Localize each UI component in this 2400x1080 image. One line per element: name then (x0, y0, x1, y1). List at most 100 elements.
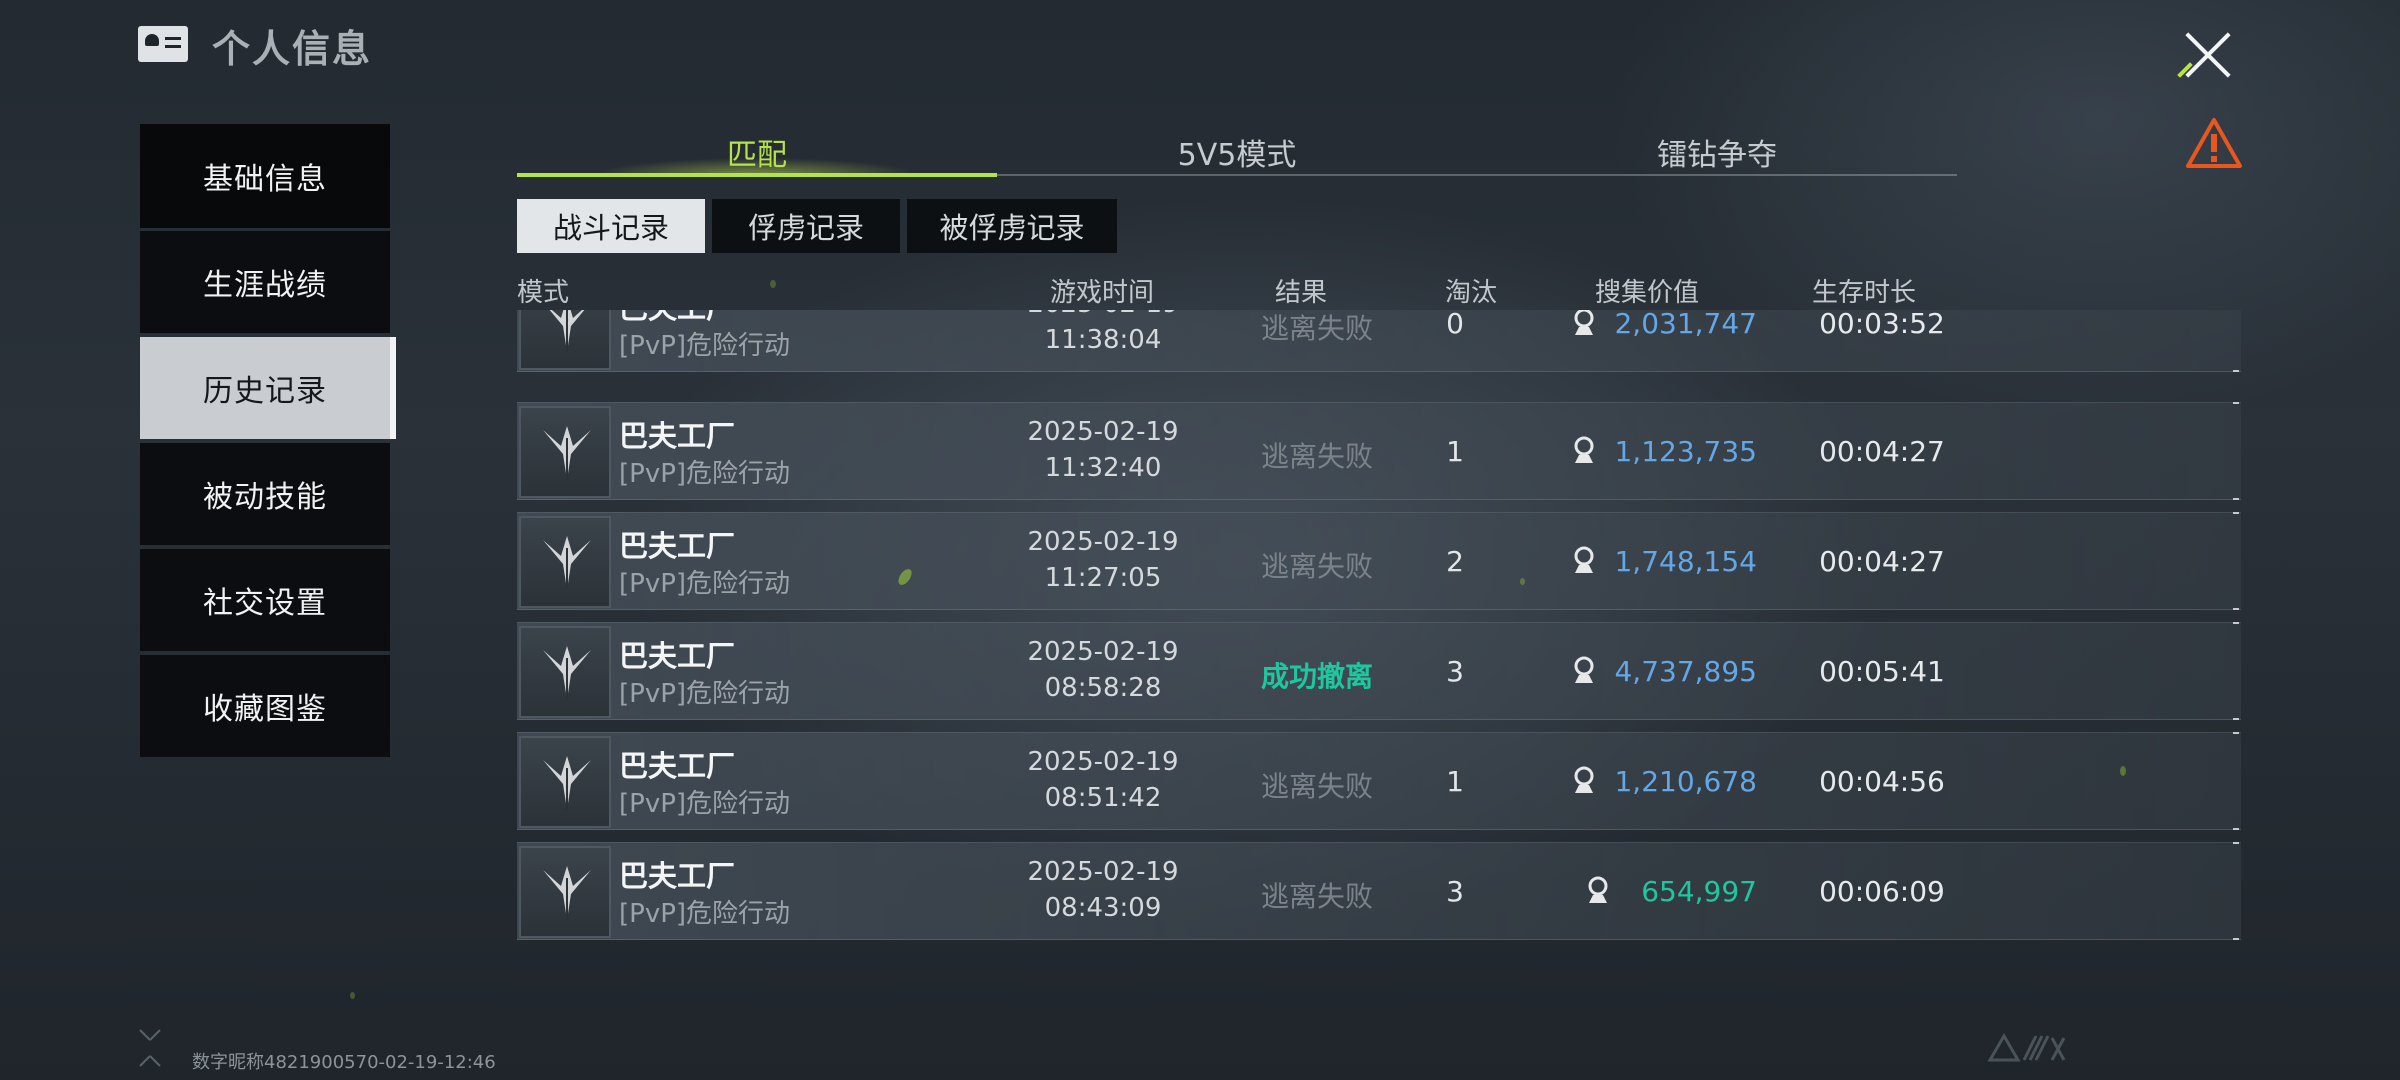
column-header-elim: 淘汰 (1445, 278, 1498, 308)
collected-value: 1,748,154 (1614, 545, 1757, 578)
map-name: 巴夫工厂 (619, 639, 736, 673)
id-card-icon (138, 26, 188, 62)
game-mode: [PvP]危险行动 (619, 331, 791, 361)
table-row[interactable]: 巴夫工厂 [PvP]危险行动 2025-02-19 11:32:40 逃离失败 1 1,12… (517, 402, 2241, 500)
result-text: 逃离失败 (1260, 440, 1373, 473)
game-time: 11:32:40 (1044, 453, 1162, 483)
game-date: 2025-02-19 (1027, 637, 1179, 667)
sidebar-item-label: 被动技能 (203, 480, 327, 515)
column-header-result: 结果 (1275, 278, 1328, 308)
sidebar-item-label: 收藏图鉴 (203, 692, 327, 727)
sidebar-item-career[interactable]: 生涯战绩 (140, 231, 390, 333)
game-date: 2025-02-19 (1027, 417, 1179, 447)
game-date: 2025-02-19 (1003, 310, 1203, 319)
result-text: 逃离失败 (1260, 312, 1373, 345)
close-button[interactable] (2177, 30, 2232, 80)
elimination-count: 2 (1446, 545, 1464, 578)
subtab-capture-records[interactable]: 俘虏记录 (712, 199, 900, 253)
table-row[interactable]: 巴夫工厂 [PvP]危险行动 2025-02-19 08:58:28 成功撤离 3 4,73… (517, 622, 2241, 720)
corner-tick (2233, 938, 2239, 940)
game-time: 08:58:28 (1044, 673, 1162, 703)
elimination-count: 1 (1446, 765, 1464, 798)
collected-value: 654,997 (1641, 875, 1757, 908)
table-row[interactable]: 巴夫工厂 [PvP]危险行动 2025-02-19 08:43:09 逃离失败 3 654,… (517, 842, 2241, 940)
survival-duration: 00:04:27 (1819, 545, 1945, 578)
tab-5v5[interactable]: 5V5模式 (997, 130, 1477, 174)
game-date: 2025-02-19 (1027, 857, 1179, 887)
game-mode: [PvP]危险行动 (619, 899, 791, 929)
subtab-captured-records[interactable]: 被俘虏记录 (907, 199, 1117, 253)
tab-diamond-contest[interactable]: 镭钻争夺 (1477, 130, 1957, 174)
survival-duration: 00:06:09 (1819, 875, 1945, 908)
collected-value: 1,123,735 (1614, 435, 1757, 468)
game-time: 11:38:04 (1044, 325, 1162, 355)
elimination-count: 0 (1446, 310, 1464, 340)
corner-tick (2233, 842, 2239, 844)
wing-emblem-icon (519, 736, 611, 828)
corner-tick (2233, 622, 2239, 624)
sidebar-item-label: 社交设置 (203, 586, 327, 621)
column-header-time: 游戏时间 (1050, 278, 1155, 308)
corner-tick (2233, 498, 2239, 500)
game-time: 08:43:09 (1044, 893, 1162, 923)
tab-match[interactable]: 匹配 (517, 130, 997, 174)
wing-emblem-icon (519, 516, 611, 608)
wing-emblem-icon (519, 310, 611, 370)
sidebar-item-collection[interactable]: 收藏图鉴 (140, 655, 390, 757)
particle (1520, 578, 1525, 585)
column-header-duration: 生存时长 (1812, 278, 1917, 308)
map-name: 巴夫工厂 (619, 859, 736, 893)
page-title: 个人信息 (212, 27, 373, 71)
sidebar-item-passive-skills[interactable]: 被动技能 (140, 443, 390, 545)
sidebar-item-history[interactable]: 历史记录 (140, 337, 396, 439)
table-row[interactable]: 巴夫工厂 [PvP]危险行动 2025-02-19 11:27:05 逃离失败 2 1,74… (517, 512, 2241, 610)
sidebar-item-basic-info[interactable]: 基础信息 (140, 124, 390, 228)
survival-duration: 00:03:52 (1819, 310, 1945, 340)
elimination-count: 3 (1446, 875, 1464, 908)
game-mode: [PvP]危险行动 (619, 679, 791, 709)
elimination-count: 3 (1446, 655, 1464, 688)
warning-button[interactable] (2184, 116, 2244, 170)
particle (2120, 766, 2126, 776)
map-name: 巴夫工厂 (619, 529, 736, 563)
collected-value: 2,031,747 (1614, 310, 1757, 340)
records-list[interactable]: 巴夫工厂 [PvP]危险行动 2025-02-19 11:38:04 逃离失败 0 2,03… (517, 310, 2241, 940)
result-text: 成功撤离 (1260, 660, 1373, 693)
game-mode: [PvP]危险行动 (619, 569, 791, 599)
corner-tick (2233, 608, 2239, 610)
game-date: 2025-02-19 (1027, 747, 1179, 777)
player-id-text: 数字昵称4821900570-02-19-12:46 (192, 1052, 496, 1073)
result-text: 逃离失败 (1260, 550, 1373, 583)
game-mode: [PvP]危险行动 (619, 789, 791, 819)
map-name: 巴夫工厂 (619, 419, 736, 453)
table-row[interactable]: 巴夫工厂[PvP]危险行动2025-02-1911:38:04逃离失败02,03… (517, 310, 2241, 372)
result-text: 逃离失败 (1260, 770, 1373, 803)
sidebar-item-social-settings[interactable]: 社交设置 (140, 549, 390, 651)
particle (350, 992, 355, 999)
corner-tick (2233, 370, 2239, 372)
table-row[interactable]: 巴夫工厂 [PvP]危险行动 2025-02-19 08:51:42 逃离失败 1 1,21… (517, 732, 2241, 830)
corner-tick (2233, 732, 2239, 734)
map-name: 巴夫工厂 (619, 749, 736, 783)
corner-tick (2233, 512, 2239, 514)
survival-duration: 00:04:56 (1819, 765, 1945, 798)
result-text: 逃离失败 (1260, 880, 1373, 913)
wing-emblem-icon (519, 406, 611, 498)
brand-logo-icon (1986, 1030, 2066, 1064)
collected-value: 4,737,895 (1614, 655, 1757, 688)
subtab-battle-records[interactable]: 战斗记录 (517, 199, 705, 253)
corner-marks-icon (138, 1028, 188, 1068)
game-date: 2025-02-19 (1027, 527, 1179, 557)
collected-value: 1,210,678 (1614, 765, 1757, 798)
warning-icon (2186, 118, 2242, 168)
sidebar-item-label: 生涯战绩 (203, 268, 327, 303)
survival-duration: 00:05:41 (1819, 655, 1945, 688)
corner-tick (2233, 828, 2239, 830)
sidebar-item-label: 基础信息 (203, 162, 327, 197)
elimination-count: 1 (1446, 435, 1464, 468)
corner-tick (2233, 718, 2239, 720)
column-header-mode: 模式 (517, 278, 570, 308)
corner-tick (2233, 402, 2239, 404)
column-header-value: 搜集价值 (1595, 278, 1700, 308)
survival-duration: 00:04:27 (1819, 435, 1945, 468)
